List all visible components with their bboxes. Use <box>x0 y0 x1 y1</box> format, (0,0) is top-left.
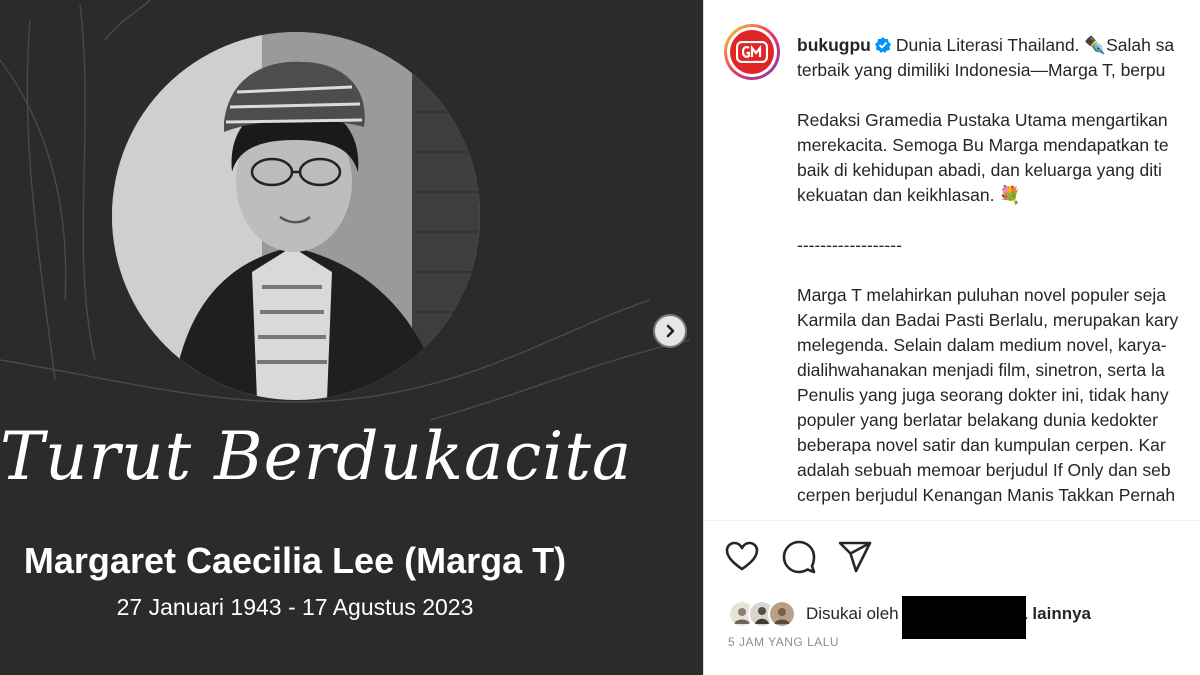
section-divider <box>704 520 1200 521</box>
condolence-title: Turut Berdukacita <box>0 418 633 495</box>
post-caption: bukugpu Dunia Literasi Thailand. ✒️Salah … <box>797 33 1200 508</box>
memorial-photo <box>112 32 480 400</box>
caption-line: Redaksi Gramedia Pustaka Utama mengartik… <box>797 110 1168 130</box>
comment-icon[interactable] <box>781 539 817 575</box>
life-dates: 27 Januari 1943 - 17 Agustus 2023 <box>116 594 474 620</box>
username-link[interactable]: bukugpu <box>797 35 871 55</box>
gramedia-logo <box>730 30 774 74</box>
caption-line: beberapa novel satir dan kumpulan cerpen… <box>797 435 1166 455</box>
send-icon[interactable] <box>837 539 873 575</box>
caption-line: populer yang berlatar belakang dunia ked… <box>797 410 1158 430</box>
caption-line: dialihwahanakan menjadi film, sinetron, … <box>797 360 1165 380</box>
caption-text: Dunia Literasi Thailand. ✒️Salah sa <box>895 35 1175 55</box>
caption-line: merekacita. Semoga Bu Marga mendapatkan … <box>797 135 1169 155</box>
verified-badge-icon <box>874 37 891 53</box>
caption-line: adalah sebuah memoar berjudul If Only da… <box>797 460 1171 480</box>
caption-line: cerpen berjudul Kenangan Manis Takkan Pe… <box>797 485 1176 505</box>
post-image: Turut Berdukacita Margaret Caecilia Lee … <box>0 0 703 675</box>
carousel-next-button[interactable] <box>653 314 687 348</box>
caption-line: baik di kehidupan abadi, dan keluarga ya… <box>797 160 1162 180</box>
caption-line: melegenda. Selain dalam medium novel, ka… <box>797 335 1167 355</box>
liker-avatar <box>768 600 796 628</box>
caption-gap <box>797 258 1200 283</box>
profile-avatar[interactable] <box>724 24 780 80</box>
caption-separator: ------------------ <box>797 235 902 255</box>
post-side-panel: bukugpu Dunia Literasi Thailand. ✒️Salah … <box>703 0 1200 675</box>
chevron-right-icon <box>666 324 675 338</box>
caption-gap <box>797 83 1200 108</box>
post-timestamp[interactable]: 5 JAM YANG LALU <box>728 635 839 649</box>
caption-line: bukugpu Dunia Literasi Thailand. ✒️Salah … <box>797 33 1200 58</box>
caption-line: Marga T melahirkan puluhan novel populer… <box>797 285 1167 305</box>
deceased-name: Margaret Caecilia Lee (Marga T) <box>23 540 567 581</box>
heart-icon[interactable] <box>724 539 760 575</box>
caption-line: kekuatan dan keikhlasan. 💐 <box>797 185 1022 205</box>
caption-line: Karmila dan Badai Pasti Berlalu, merupak… <box>797 310 1179 330</box>
caption-line: terbaik yang dimiliki Indonesia—Marga T,… <box>797 60 1166 80</box>
caption-gap <box>797 208 1200 233</box>
caption-line: Penulis yang juga seorang dokter ini, ti… <box>797 385 1169 405</box>
redacted-username-box <box>902 596 1026 639</box>
